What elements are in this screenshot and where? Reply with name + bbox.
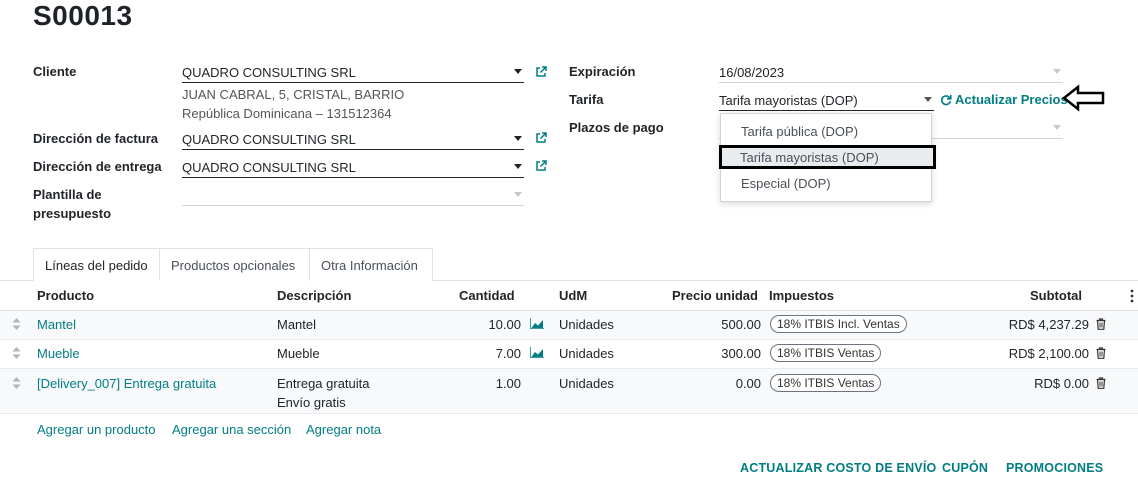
cliente-address-line1: JUAN CABRAL, 5, CRISTAL, BARRIO	[182, 87, 405, 102]
refresh-icon	[940, 94, 952, 105]
row-subtotal: RD$ 2,100.00	[1008, 346, 1089, 361]
external-link-icon[interactable]	[535, 132, 547, 144]
chevron-down-icon[interactable]	[924, 97, 932, 102]
kebab-menu-icon[interactable]	[1129, 289, 1135, 303]
row-descripcion[interactable]: Entrega gratuita	[277, 376, 370, 391]
col-precio-unidad[interactable]: Precio unidad	[672, 288, 758, 303]
tarifa-value: Tarifa mayoristas (DOP)	[719, 93, 858, 108]
actualizar-precios-button[interactable]: Actualizar Precios	[940, 92, 1068, 107]
tarifa-option-publica[interactable]: Tarifa pública (DOP)	[721, 120, 931, 144]
factura-field[interactable]: QUADRO CONSULTING SRL	[182, 130, 524, 150]
expiracion-label: Expiración	[569, 64, 636, 79]
forecast-chart-icon[interactable]	[530, 347, 544, 358]
row-subtotal: RD$ 0.00	[1034, 376, 1089, 391]
trash-icon[interactable]	[1096, 318, 1106, 330]
trash-icon[interactable]	[1096, 347, 1106, 359]
plazos-label: Plazos de pago	[569, 120, 664, 135]
tarifa-label: Tarifa	[569, 92, 604, 107]
chevron-down-icon[interactable]	[1053, 125, 1061, 130]
entrega-field[interactable]: QUADRO CONSULTING SRL	[182, 158, 524, 178]
row-cantidad[interactable]: 10.00	[455, 317, 521, 332]
actualizar-precios-label: Actualizar Precios	[955, 92, 1068, 107]
row-cantidad[interactable]: 7.00	[455, 346, 521, 361]
entrega-value: QUADRO CONSULTING SRL	[182, 160, 356, 175]
factura-label: Dirección de factura	[33, 131, 158, 146]
row-precio[interactable]: 0.00	[680, 376, 761, 391]
promotions-button[interactable]: PROMOCIONES	[1006, 461, 1103, 475]
tax-badge[interactable]: 18% ITBIS Ventas	[770, 374, 882, 392]
tax-badge[interactable]: 18% ITBIS Ventas	[770, 344, 882, 362]
row-udm[interactable]: Unidades	[559, 376, 614, 391]
external-link-icon[interactable]	[535, 66, 547, 78]
external-link-icon[interactable]	[535, 160, 547, 172]
col-impuestos[interactable]: Impuestos	[769, 288, 834, 303]
tarifa-option-especial[interactable]: Especial (DOP)	[721, 172, 931, 196]
arrow-left-icon	[1062, 84, 1105, 112]
tax-badge[interactable]: 18% ITBIS Incl. Ventas	[770, 315, 907, 333]
row-udm[interactable]: Unidades	[559, 317, 614, 332]
row-producto[interactable]: [Delivery_007] Entrega gratuita	[37, 376, 216, 391]
row-producto[interactable]: Mantel	[37, 317, 76, 332]
row-udm[interactable]: Unidades	[559, 346, 614, 361]
forecast-chart-icon[interactable]	[530, 318, 544, 329]
page-title: S00013	[33, 0, 133, 31]
tab-productos-opcionales[interactable]: Productos opcionales	[160, 248, 310, 281]
chevron-down-icon[interactable]	[514, 192, 522, 197]
cliente-label: Cliente	[33, 64, 77, 79]
cliente-field[interactable]: QUADRO CONSULTING SRL	[182, 63, 524, 83]
col-cantidad[interactable]: Cantidad	[459, 288, 515, 303]
row-subtotal: RD$ 4,237.29	[1008, 317, 1089, 332]
add-section-link[interactable]: Agregar una sección	[172, 422, 291, 437]
chevron-down-icon[interactable]	[514, 136, 522, 141]
add-note-link[interactable]: Agregar nota	[306, 422, 381, 437]
plantilla-label-line2: presupuesto	[33, 206, 112, 221]
trash-icon[interactable]	[1096, 377, 1106, 389]
row-descripcion[interactable]: Mueble	[277, 346, 320, 361]
add-product-link[interactable]: Agregar un producto	[37, 422, 156, 437]
tarifa-dropdown: Tarifa pública (DOP) Tarifa mayoristas (…	[719, 113, 936, 202]
tarifa-field[interactable]: Tarifa mayoristas (DOP)	[719, 91, 934, 111]
update-shipping-button[interactable]: ACTUALIZAR COSTO DE ENVÍO	[740, 461, 936, 475]
tab-lineas-pedido[interactable]: Líneas del pedido	[33, 248, 160, 281]
col-descripcion[interactable]: Descripción	[277, 288, 351, 303]
drag-handle-icon[interactable]	[12, 377, 21, 389]
drag-handle-icon[interactable]	[12, 318, 21, 330]
cliente-address-line2: República Dominicana – 131512364	[182, 106, 392, 121]
plantilla-label-line1: Plantilla de	[33, 187, 102, 202]
row-precio[interactable]: 300.00	[680, 346, 761, 361]
plantilla-field[interactable]	[182, 186, 524, 206]
cliente-value: QUADRO CONSULTING SRL	[182, 65, 356, 80]
coupon-button[interactable]: CUPÓN	[942, 461, 988, 475]
row-descripcion[interactable]: Mantel	[277, 317, 316, 332]
row-descripcion-line2[interactable]: Envío gratis	[277, 395, 346, 410]
row-cantidad[interactable]: 1.00	[455, 376, 521, 391]
row-precio[interactable]: 500.00	[680, 317, 761, 332]
col-producto[interactable]: Producto	[37, 288, 94, 303]
chevron-down-icon[interactable]	[514, 69, 522, 74]
col-udm[interactable]: UdM	[559, 288, 587, 303]
col-subtotal[interactable]: Subtotal	[1030, 288, 1082, 303]
factura-value: QUADRO CONSULTING SRL	[182, 132, 356, 147]
entrega-label: Dirección de entrega	[33, 159, 162, 174]
chevron-down-icon[interactable]	[1053, 69, 1061, 74]
tab-otra-informacion[interactable]: Otra Información	[310, 248, 433, 281]
tarifa-option-mayoristas[interactable]: Tarifa mayoristas (DOP)	[719, 145, 936, 169]
expiracion-value: 16/08/2023	[719, 65, 785, 80]
expiracion-field[interactable]: 16/08/2023	[719, 63, 1063, 83]
chevron-down-icon[interactable]	[514, 164, 522, 169]
row-producto[interactable]: Mueble	[37, 346, 80, 361]
drag-handle-icon[interactable]	[12, 347, 21, 359]
